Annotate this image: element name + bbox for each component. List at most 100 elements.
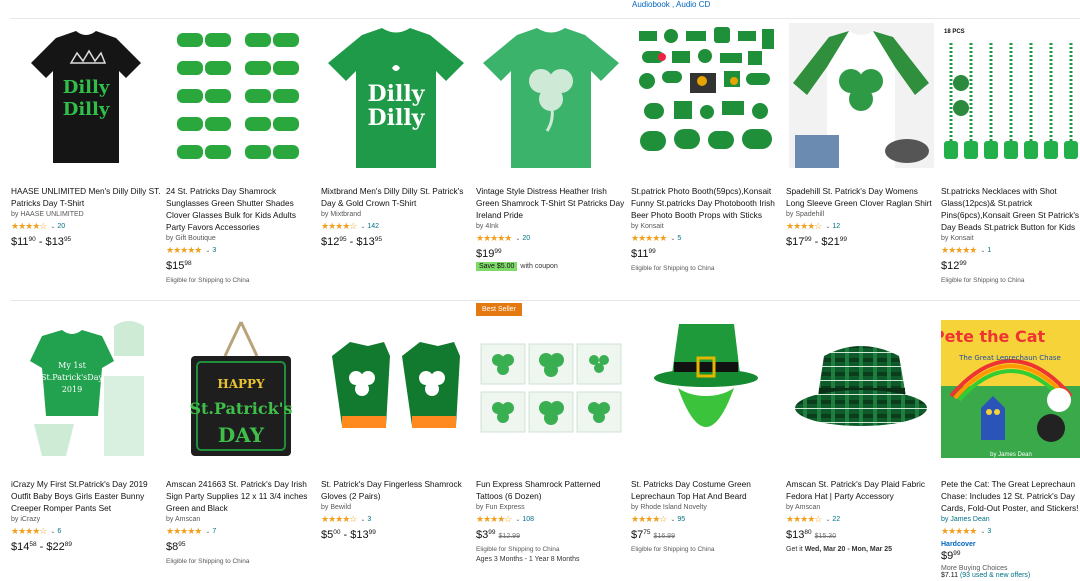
product-card[interactable]: Amscan St. Patrick's Day Plaid Fabric Fe…	[786, 313, 936, 581]
product-image-raglan-shirt[interactable]	[786, 20, 936, 170]
price[interactable]: $775 $16.99	[631, 529, 781, 541]
chevron-down-icon[interactable]: ⌄	[825, 516, 830, 523]
product-title[interactable]: HAASE UNLIMITED Men's Dilly Dilly ST. Pa…	[11, 185, 161, 209]
review-count[interactable]: 7	[212, 528, 216, 535]
product-image-gloves[interactable]	[321, 313, 471, 463]
chevron-down-icon[interactable]: ⌄	[670, 235, 675, 242]
product-card[interactable]: Spadehill St. Patrick's Day Womens Long …	[786, 20, 936, 302]
review-count[interactable]: 95	[677, 516, 685, 523]
product-title[interactable]: Amscan 241663 St. Patrick's Day Irish Si…	[166, 478, 316, 514]
rating[interactable]: ★★★★☆ ⌄ 20	[11, 221, 161, 231]
product-card[interactable]: Vintage Style Distress Heather Irish Gre…	[476, 20, 626, 302]
review-count[interactable]: 22	[832, 516, 840, 523]
product-title[interactable]: Spadehill St. Patrick's Day Womens Long …	[786, 185, 936, 209]
product-title[interactable]: Pete the Cat: The Great Leprechaun Chase…	[941, 478, 1080, 514]
product-card[interactable]: 24 St. Patricks Day Shamrock Sunglasses …	[166, 20, 316, 302]
chevron-down-icon[interactable]: ⌄	[515, 516, 520, 523]
product-card[interactable]: Pete the Cat The Great Leprechaun Chase …	[941, 313, 1080, 581]
rating[interactable]: ★★★★☆ ⌄ 22	[786, 514, 936, 524]
product-card[interactable]: St. Patricks Day Costume Green Leprechau…	[631, 313, 781, 581]
chevron-down-icon[interactable]: ⌄	[50, 528, 55, 535]
product-title[interactable]: St.patricks Necklaces with Shot Glass(12…	[941, 185, 1080, 233]
product-card[interactable]: My 1st St.Patrick'sDay 2019 iCrazy My Fi…	[11, 313, 161, 581]
price[interactable]: $1598	[166, 260, 316, 272]
product-image-photo-booth[interactable]: SLÁINTE	[631, 20, 781, 170]
product-image-necklaces[interactable]: 18 PCS	[941, 20, 1080, 170]
rating[interactable]: ★★★★★ ⌄ 1	[941, 245, 1080, 255]
chevron-down-icon[interactable]: ⌄	[515, 235, 520, 242]
product-image-tshirt[interactable]: Dilly Dilly	[321, 20, 471, 170]
product-title[interactable]: Mixtbrand Men's Dilly Dilly St. Patrick'…	[321, 185, 471, 209]
review-count[interactable]: 108	[522, 516, 534, 523]
chevron-down-icon[interactable]: ⌄	[670, 516, 675, 523]
review-count[interactable]: 5	[677, 235, 681, 242]
product-image-fedora[interactable]	[786, 313, 936, 463]
product-card[interactable]: Dilly Dilly Mixtbrand Men's Dilly Dilly …	[321, 20, 471, 302]
chevron-down-icon[interactable]: ⌄	[205, 528, 210, 535]
price-range[interactable]: $1190 - $1395	[11, 236, 161, 248]
rating[interactable]: ★★★★☆ ⌄ 95	[631, 514, 781, 524]
product-image-sunglasses[interactable]	[166, 20, 316, 170]
coupon[interactable]: Save $5.00 with coupon	[476, 262, 626, 271]
chevron-down-icon[interactable]: ⌄	[980, 247, 985, 254]
price[interactable]: $1299	[941, 260, 1080, 272]
review-count[interactable]: 1	[987, 247, 991, 254]
price-range[interactable]: $1799 - $2199	[786, 236, 936, 248]
review-count[interactable]: 142	[367, 223, 379, 230]
coupon-badge[interactable]: Save $5.00	[476, 262, 518, 271]
rating[interactable]: ★★★★☆ ⌄ 12	[786, 221, 936, 231]
price[interactable]: $1999	[476, 248, 626, 260]
chevron-down-icon[interactable]: ⌄	[360, 223, 365, 230]
used-offers[interactable]: $7.11 (93 used & new offers)	[941, 572, 1080, 579]
product-card[interactable]: St. Patrick's Day Fingerless Shamrock Gl…	[321, 313, 471, 581]
price[interactable]: $1199	[631, 248, 781, 260]
product-image-leprechaun-hat[interactable]	[631, 313, 781, 463]
price-range[interactable]: $1295 - $1395	[321, 236, 471, 248]
book-author[interactable]: by James Dean	[941, 516, 1080, 523]
product-image-tshirt[interactable]	[476, 20, 626, 170]
chevron-down-icon[interactable]: ⌄	[50, 223, 55, 230]
rating[interactable]: ★★★★★ ⌄ 20	[476, 233, 626, 243]
product-image-book-cover[interactable]: Pete the Cat The Great Leprechaun Chase …	[941, 313, 1080, 463]
review-count[interactable]: 12	[832, 223, 840, 230]
format-link[interactable]: Hardcover	[941, 541, 1080, 548]
review-count[interactable]: 3	[212, 247, 216, 254]
product-image-tshirt[interactable]: Dilly Dilly	[11, 20, 161, 170]
price[interactable]: $1380 $15.30	[786, 529, 936, 541]
product-card[interactable]: SLÁINTE St.patrick Photo Booth(59pcs),Ko…	[631, 20, 781, 302]
product-title[interactable]: 24 St. Patricks Day Shamrock Sunglasses …	[166, 185, 316, 233]
review-count[interactable]: 20	[57, 223, 65, 230]
chevron-down-icon[interactable]: ⌄	[360, 516, 365, 523]
chevron-down-icon[interactable]: ⌄	[205, 247, 210, 254]
product-title[interactable]: Fun Express Shamrock Patterned Tattoos (…	[476, 478, 626, 502]
product-title[interactable]: Vintage Style Distress Heather Irish Gre…	[476, 185, 626, 221]
rating[interactable]: ★★★★★ ⌄ 3	[166, 245, 316, 255]
product-image-sign[interactable]: HAPPY St.Patrick's DAY	[166, 313, 316, 463]
product-card[interactable]: 18 PCS St.patricks Necklaces with Shot G…	[941, 20, 1080, 302]
review-count[interactable]: 3	[987, 528, 991, 535]
product-title[interactable]: Amscan St. Patrick's Day Plaid Fabric Fe…	[786, 478, 936, 502]
rating[interactable]: ★★★★☆ ⌄ 142	[321, 221, 471, 231]
price-range[interactable]: $500 - $1399	[321, 529, 471, 541]
review-count[interactable]: 6	[57, 528, 61, 535]
chevron-down-icon[interactable]: ⌄	[980, 528, 985, 535]
product-title[interactable]: St.patrick Photo Booth(59pcs),Konsait Fu…	[631, 185, 781, 221]
rating[interactable]: ★★★★☆ ⌄ 108	[476, 514, 626, 524]
review-count[interactable]: 3	[367, 516, 371, 523]
rating[interactable]: ★★★★★ ⌄ 7	[166, 526, 316, 536]
product-title[interactable]: St. Patricks Day Costume Green Leprechau…	[631, 478, 781, 502]
product-title[interactable]: St. Patrick's Day Fingerless Shamrock Gl…	[321, 478, 471, 502]
product-title[interactable]: iCrazy My First St.Patrick's Day 2019 Ou…	[11, 478, 161, 514]
product-card[interactable]: Fun Express Shamrock Patterned Tattoos (…	[476, 313, 626, 581]
review-count[interactable]: 20	[522, 235, 530, 242]
product-card[interactable]: HAPPY St.Patrick's DAY Amscan 241663 St.…	[166, 313, 316, 581]
rating[interactable]: ★★★★☆ ⌄ 3	[321, 514, 471, 524]
chevron-down-icon[interactable]: ⌄	[825, 223, 830, 230]
rating[interactable]: ★★★★☆ ⌄ 6	[11, 526, 161, 536]
product-card[interactable]: Dilly Dilly HAASE UNLIMITED Men's Dilly …	[11, 20, 161, 302]
price[interactable]: $399 $12.99	[476, 529, 626, 541]
rating[interactable]: ★★★★★ ⌄ 5	[631, 233, 781, 243]
product-image-tattoos[interactable]	[476, 313, 626, 463]
price[interactable]: $895	[166, 541, 316, 553]
rating[interactable]: ★★★★★ ⌄ 3	[941, 526, 1080, 536]
